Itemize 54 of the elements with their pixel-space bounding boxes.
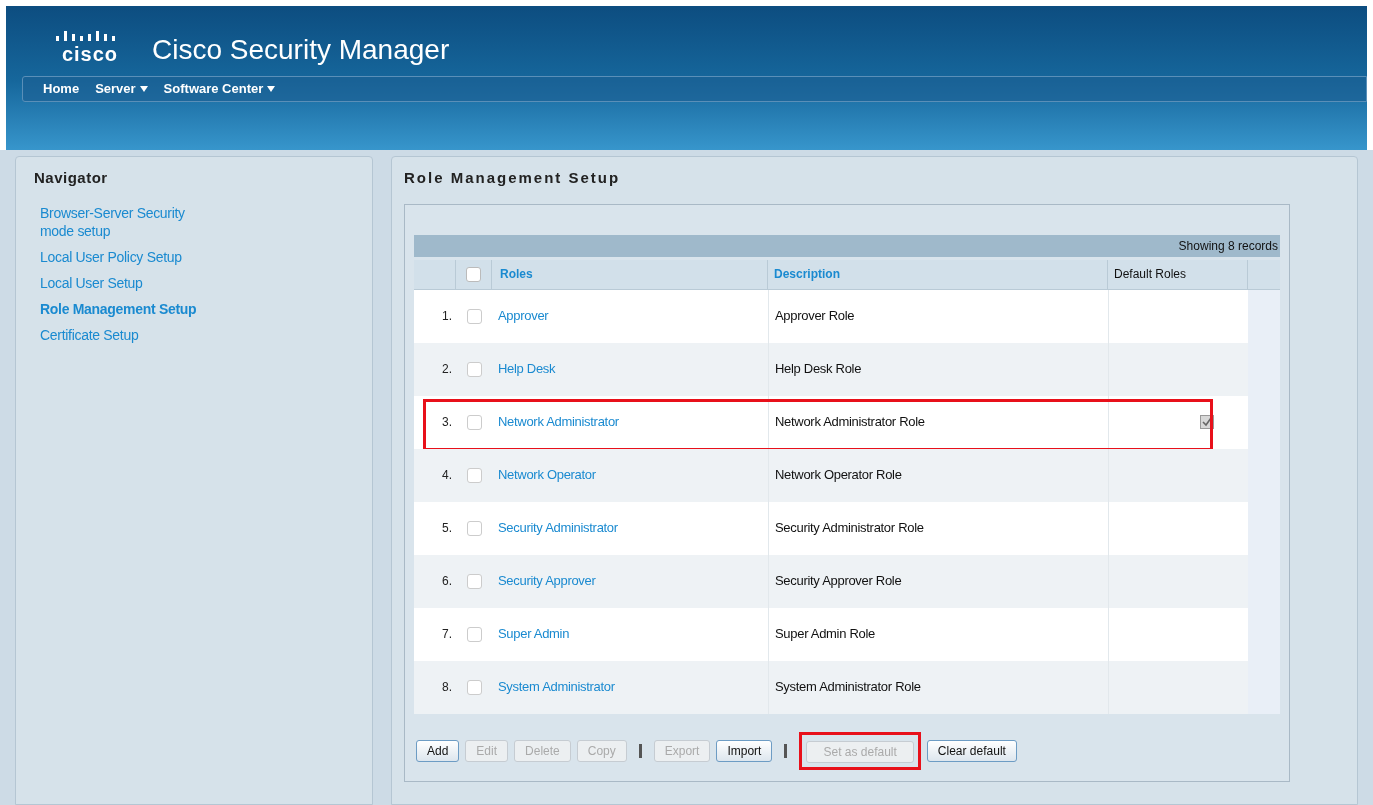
navigator-link[interactable]: Role Management Setup — [40, 299, 220, 318]
logo-text: cisco — [61, 44, 119, 64]
row-checkbox[interactable] — [466, 308, 482, 324]
navigator-link[interactable]: Certificate Setup — [40, 325, 220, 344]
row-number: 3. — [441, 414, 453, 431]
menu-item[interactable]: Software Center — [163, 79, 276, 99]
role-link[interactable]: Network Operator — [498, 465, 596, 485]
navigator-link[interactable]: Local User Policy Setup — [40, 247, 220, 266]
navigator-link[interactable]: Local User Setup — [40, 273, 220, 292]
column-header[interactable]: Description — [768, 259, 1108, 289]
panel-title: Navigator — [34, 168, 109, 188]
row-number: 8. — [441, 679, 453, 696]
role-link[interactable]: Security Administrator — [498, 518, 618, 538]
table-cell: Help Desk Role — [768, 342, 1108, 396]
column-header[interactable]: Roles — [492, 259, 768, 289]
row-number: 2. — [441, 361, 453, 378]
row-number: 6. — [441, 573, 453, 590]
row-checkbox[interactable] — [466, 626, 482, 642]
role-link[interactable]: Security Approver — [498, 571, 596, 591]
row-checkbox[interactable] — [466, 520, 482, 536]
table-cell: Approver Role — [768, 289, 1108, 343]
action-button[interactable]: Import — [716, 739, 773, 762]
action-button[interactable]: Clear default — [926, 739, 1017, 762]
caret-icon — [267, 86, 276, 92]
menu-item[interactable]: Home — [43, 79, 80, 99]
role-link[interactable]: Approver — [498, 306, 549, 326]
table-cell: System Administrator Role — [768, 660, 1108, 714]
table-cell: Network Administrator Role — [768, 395, 1108, 449]
table-cell: Security Approver Role — [768, 554, 1108, 608]
app-title: Cisco Security Manager — [152, 36, 450, 64]
record-count: Showing 8 records — [1178, 237, 1278, 255]
row-number: 7. — [441, 626, 453, 643]
menu-item[interactable]: Server — [95, 79, 148, 99]
navigator-link[interactable]: Browser-Server Security mode setup — [40, 203, 220, 240]
role-link[interactable]: System Administrator — [498, 677, 615, 697]
role-link[interactable]: Super Admin — [498, 624, 570, 644]
row-checkbox[interactable] — [466, 573, 482, 589]
caret-icon — [139, 86, 148, 92]
row-checkbox[interactable] — [466, 679, 482, 695]
row-checkbox[interactable] — [466, 361, 482, 377]
row-checkbox[interactable] — [466, 414, 482, 430]
table-cell: Super Admin Role — [768, 607, 1108, 661]
action-button[interactable]: Add — [416, 739, 460, 762]
row-number: 5. — [441, 520, 453, 537]
role-link[interactable]: Help Desk — [498, 359, 556, 379]
column-header: Default Roles — [1108, 259, 1248, 289]
row-checkbox[interactable] — [466, 467, 482, 483]
role-link[interactable]: Network Administrator — [498, 412, 619, 432]
row-number: 4. — [441, 467, 453, 484]
table-cell: Security Administrator Role — [768, 501, 1108, 555]
select-all-checkbox[interactable] — [466, 266, 481, 282]
row-number: 1. — [441, 308, 453, 325]
table-cell: Network Operator Role — [768, 448, 1108, 502]
panel-title: Role Management Setup — [404, 168, 622, 188]
